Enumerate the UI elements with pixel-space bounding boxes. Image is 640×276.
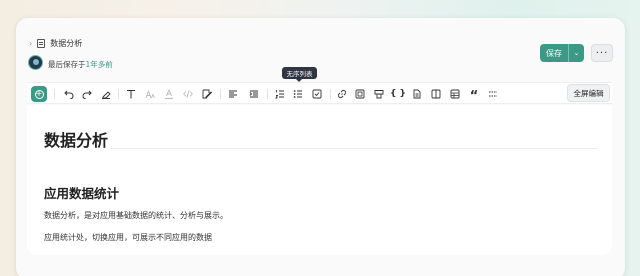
file-icon <box>413 89 421 99</box>
font-size-icon <box>145 89 155 99</box>
document-icon <box>37 38 46 48</box>
section-heading[interactable]: 应用数据统计 <box>44 183 119 202</box>
highlight-icon <box>374 90 384 99</box>
edit-button[interactable] <box>199 86 215 102</box>
text-style-icon <box>127 90 135 99</box>
title-divider <box>110 148 597 149</box>
image-button[interactable] <box>352 86 368 102</box>
save-button-group: 保存 ⌄ <box>540 44 584 62</box>
eraser-icon <box>102 91 111 99</box>
code-block-icon: { } <box>390 89 406 99</box>
clear-format-button[interactable] <box>98 86 114 102</box>
toolbar-divider <box>267 89 268 99</box>
inline-code-button[interactable] <box>180 86 196 102</box>
divider-icon <box>489 91 497 97</box>
columns-button[interactable] <box>428 86 444 102</box>
paragraph[interactable]: 应用统计处，切换应用，可展示不同应用的数据 <box>44 232 212 243</box>
link-button[interactable] <box>334 86 350 102</box>
quote-button[interactable]: “ <box>466 86 482 104</box>
document-title[interactable]: 数据分析 <box>44 127 108 151</box>
save-button[interactable]: 保存 <box>540 44 568 62</box>
more-options-button[interactable]: ··· <box>591 44 613 62</box>
file-button[interactable] <box>409 86 425 102</box>
toolbar-divider <box>330 89 331 99</box>
link-icon <box>338 90 346 98</box>
font-color-icon <box>165 89 173 99</box>
quote-icon: “ <box>469 88 479 104</box>
toolbar-divider <box>220 89 221 99</box>
paragraph[interactable]: 数据分析，是对应用基础数据的统计、分析与展示。 <box>44 210 228 221</box>
redo-button[interactable] <box>79 86 95 102</box>
highlight-button[interactable] <box>371 86 387 102</box>
align-left-icon <box>229 90 237 98</box>
save-dropdown-button[interactable]: ⌄ <box>568 44 584 62</box>
indent-button[interactable] <box>246 86 262 102</box>
more-icon: ··· <box>595 47 609 59</box>
fullscreen-edit-button[interactable]: 全屏编辑 <box>567 84 610 102</box>
ordered-list-icon <box>275 90 284 99</box>
toolbar-divider <box>54 89 55 99</box>
table-icon <box>450 89 460 99</box>
save-status-time: 1年多前 <box>85 60 113 69</box>
add-icon: + <box>34 89 44 99</box>
avatar[interactable] <box>28 55 43 70</box>
save-status: 最后保存于1年多前 <box>48 59 113 70</box>
edit-icon <box>202 89 212 99</box>
chevron-right-icon[interactable]: › <box>29 39 32 48</box>
add-button[interactable]: + <box>31 86 47 102</box>
task-list-icon <box>312 89 322 99</box>
font-color-button[interactable] <box>161 86 177 102</box>
tooltip: 无序列表 <box>282 67 317 82</box>
indent-icon <box>249 90 258 98</box>
ordered-list-button[interactable] <box>272 86 288 102</box>
table-button[interactable] <box>447 86 463 102</box>
inline-code-icon <box>183 90 193 98</box>
font-size-button[interactable] <box>142 86 158 102</box>
columns-icon <box>431 89 441 99</box>
align-button[interactable] <box>225 86 241 102</box>
breadcrumb-doc-title[interactable]: 数据分析 <box>50 38 82 49</box>
unordered-list-button[interactable] <box>290 86 306 102</box>
text-style-button[interactable] <box>123 86 139 102</box>
unordered-list-icon <box>293 90 302 98</box>
redo-icon <box>82 90 92 99</box>
chevron-down-icon: ⌄ <box>573 49 580 57</box>
save-status-prefix: 最后保存于 <box>48 60 86 69</box>
undo-icon <box>64 90 74 99</box>
undo-button[interactable] <box>61 86 77 102</box>
task-list-button[interactable] <box>309 86 325 102</box>
code-block-button[interactable]: { } <box>390 86 406 102</box>
toolbar-divider <box>118 89 119 99</box>
breadcrumb: › 数据分析 <box>29 37 82 49</box>
divider-button[interactable] <box>485 86 501 102</box>
image-icon <box>355 89 365 99</box>
editor-toolbar: + { } “ <box>27 82 612 104</box>
